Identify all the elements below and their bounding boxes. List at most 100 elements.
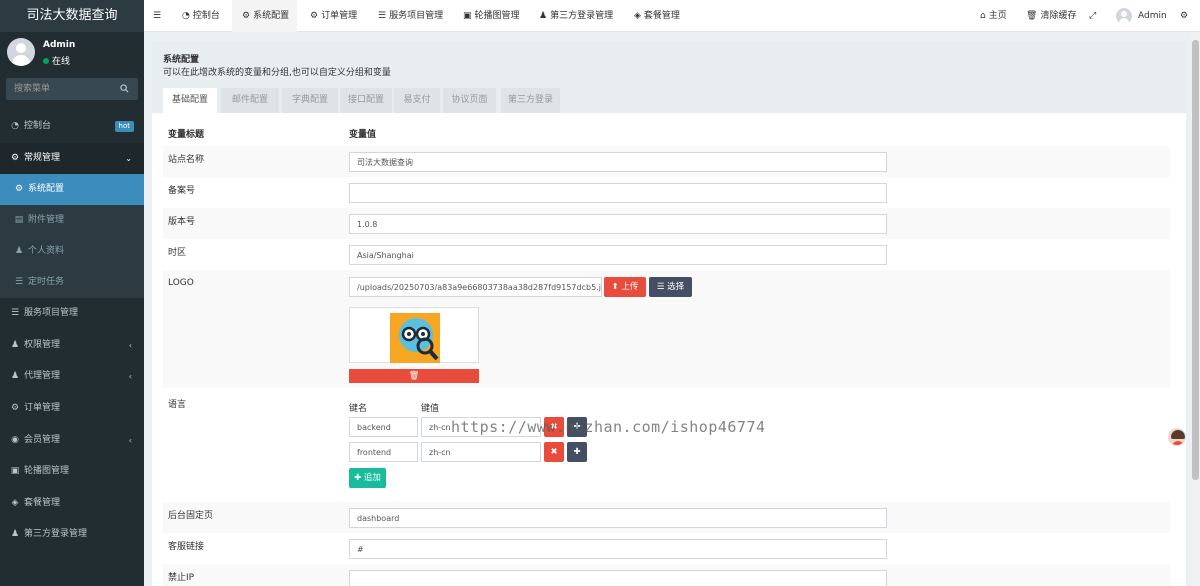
page-title: 系统配置	[163, 55, 200, 65]
append-button[interactable]: ✚ 追加	[349, 468, 386, 488]
sidebar-item-cron[interactable]: ☰ 定时任务	[0, 267, 144, 298]
top-navbar: ☰ ◔ 控制台 ⚙ 系统配置 ⚙ 订单管理 ☰ 服务项目管理 ▣ 轮播图管理 ♟ 第三方登录…	[144, 0, 1200, 32]
delete-logo-button[interactable]: 🗑	[349, 369, 479, 383]
tab-orders[interactable]: ⚙ 订单管理	[310, 0, 357, 32]
image-icon: ▣	[10, 466, 20, 477]
logo-image	[390, 313, 440, 363]
forbidden-ip-input[interactable]	[349, 570, 887, 586]
timezone-input[interactable]	[349, 245, 887, 265]
tab-carousel[interactable]: ▣ 轮播图管理	[463, 0, 520, 32]
scrollbar-thumb[interactable]	[1192, 40, 1199, 480]
main-content: 系统配置 可以在此增改系统的变量和分组,也可以自定义分组和变量 基础配置 邮件配…	[144, 32, 1200, 586]
tab-basic[interactable]: 基础配置	[163, 88, 217, 113]
home-icon: ⌂	[980, 11, 986, 21]
sidebar-item-third-party[interactable]: ♟ 第三方登录管理	[0, 519, 144, 551]
home-link[interactable]: ⌂ 主页	[980, 0, 1007, 32]
tab-agreement[interactable]: 协议页面	[443, 88, 496, 113]
hot-badge: hot	[114, 121, 134, 132]
plus-icon: ✚	[354, 473, 364, 483]
config-panel: 系统配置 可以在此增改系统的变量和分组,也可以自定义分组和变量 基础配置 邮件配…	[152, 41, 1186, 586]
key-header: 键名	[349, 404, 368, 414]
tab-third-login[interactable]: 第三方登录	[501, 88, 560, 113]
sidebar-item-profile[interactable]: ♟ 个人资料	[0, 236, 144, 267]
tab-packages[interactable]: ◈ 套餐管理	[634, 0, 680, 32]
sidebar-menu: ◔ 控制台 hot ⚙ 常规管理 ⌄ ⚙ 系统配置 ▤ 附件管理 ♟ 个人资料 ☰ 定时任务 ☰…	[0, 111, 144, 551]
select-button[interactable]: ☰ 选择	[649, 277, 692, 297]
upload-icon: ⬆	[611, 282, 622, 292]
timezone-label: 时区	[168, 248, 187, 258]
forbidden-ip-label: 禁止IP	[168, 573, 195, 583]
sidebar-item-services[interactable]: ☰ 服务项目管理	[0, 298, 144, 330]
tab-services[interactable]: ☰ 服务项目管理	[378, 0, 443, 32]
sidebar-item-system-config[interactable]: ⚙ 系统配置	[0, 174, 144, 206]
settings-gear-icon[interactable]: ⚙	[1180, 0, 1188, 32]
clear-cache-button[interactable]: 🗑 清除缓存	[1026, 0, 1076, 32]
sidebar-item-auth[interactable]: ♟ 权限管理 ‹	[0, 330, 144, 362]
row-version: 版本号	[163, 208, 1170, 239]
beian-label: 备案号	[168, 186, 196, 196]
hamburger-icon[interactable]: ☰	[153, 0, 161, 32]
gear-icon: ⚙	[14, 184, 24, 195]
sidebar-item-members[interactable]: ◉ 会员管理 ‹	[0, 425, 144, 457]
fixed-page-label: 后台固定页	[168, 511, 214, 521]
search-icon[interactable]	[120, 84, 129, 93]
tab-mail[interactable]: 邮件配置	[221, 88, 279, 113]
chevron-left-icon: ‹	[128, 372, 132, 382]
tab-third-party[interactable]: ♟ 第三方登录管理	[539, 0, 613, 32]
row-service-link: 客服链接	[163, 533, 1170, 564]
file-icon: ▤	[14, 215, 24, 226]
service-link-input[interactable]	[349, 539, 887, 559]
search-input[interactable]	[6, 78, 116, 100]
tab-dashboard[interactable]: ◔ 控制台	[182, 0, 220, 32]
avatar	[7, 38, 35, 66]
trash-icon: 🗑	[408, 371, 420, 381]
beian-input[interactable]	[349, 183, 887, 203]
tab-system-config[interactable]: ⚙ 系统配置	[232, 0, 297, 32]
close-icon: ✖	[550, 447, 558, 457]
fullscreen-icon[interactable]: ⤢	[1089, 0, 1096, 32]
sidebar-item-packages[interactable]: ◈ 套餐管理	[0, 488, 144, 520]
drag-row-button[interactable]: ✚	[567, 442, 587, 462]
sidebar-item-carousel[interactable]: ▣ 轮播图管理	[0, 456, 144, 488]
table-header: 变量标题 变量值	[163, 123, 1170, 146]
logo-path-input[interactable]	[349, 277, 602, 297]
lang-key-input[interactable]	[349, 417, 418, 437]
chevron-left-icon: ‹	[128, 435, 132, 445]
header-name: 变量标题	[168, 130, 205, 140]
site-name-input[interactable]	[349, 152, 887, 172]
value-header: 键值	[421, 404, 440, 414]
sidebar-item-attachments[interactable]: ▤ 附件管理	[0, 205, 144, 236]
tab-api[interactable]: 接口配置	[340, 88, 392, 113]
user-menu[interactable]: Admin	[1138, 0, 1167, 32]
tab-epay[interactable]: 易支付	[394, 88, 440, 113]
fixed-page-input[interactable]	[349, 508, 887, 528]
avatar[interactable]	[1116, 8, 1132, 24]
logo-preview	[349, 307, 479, 363]
user-circle-icon: ◉	[11, 434, 19, 445]
remove-row-button[interactable]: ✖	[544, 442, 564, 462]
gear-icon: ⚙	[242, 11, 251, 21]
upload-button[interactable]: ⬆ 上传	[604, 277, 646, 297]
list-icon: ☰	[10, 308, 20, 319]
lang-key-input[interactable]	[349, 442, 418, 462]
chevron-left-icon: ‹	[128, 340, 132, 350]
chevron-down-icon: ⌄	[125, 153, 132, 163]
language-label: 语言	[168, 400, 187, 410]
user-name: Admin	[43, 40, 76, 50]
trash-icon: 🗑	[1026, 11, 1038, 21]
page-description: 可以在此增改系统的变量和分组,也可以自定义分组和变量	[163, 68, 391, 78]
tab-dictionary[interactable]: 字典配置	[282, 88, 338, 113]
sidebar-item-general[interactable]: ⚙ 常规管理 ⌄	[0, 142, 144, 175]
list-icon: ☰	[378, 11, 387, 21]
sidebar-item-dashboard[interactable]: ◔ 控制台 hot	[0, 111, 144, 143]
gear-icon: ⚙	[10, 402, 20, 413]
lang-value-input[interactable]	[421, 442, 541, 462]
sidebar-item-orders[interactable]: ⚙ 订单管理	[0, 393, 144, 425]
dashboard-icon: ◔	[182, 11, 190, 21]
logo-label: LOGO	[168, 278, 194, 288]
sidebar-item-agents[interactable]: ♟ 代理管理 ‹	[0, 361, 144, 393]
brand-title[interactable]: 司法大数据查询	[0, 0, 144, 32]
version-input[interactable]	[349, 214, 887, 234]
support-avatar-icon[interactable]	[1168, 428, 1186, 446]
scrollbar[interactable]	[1191, 32, 1200, 586]
